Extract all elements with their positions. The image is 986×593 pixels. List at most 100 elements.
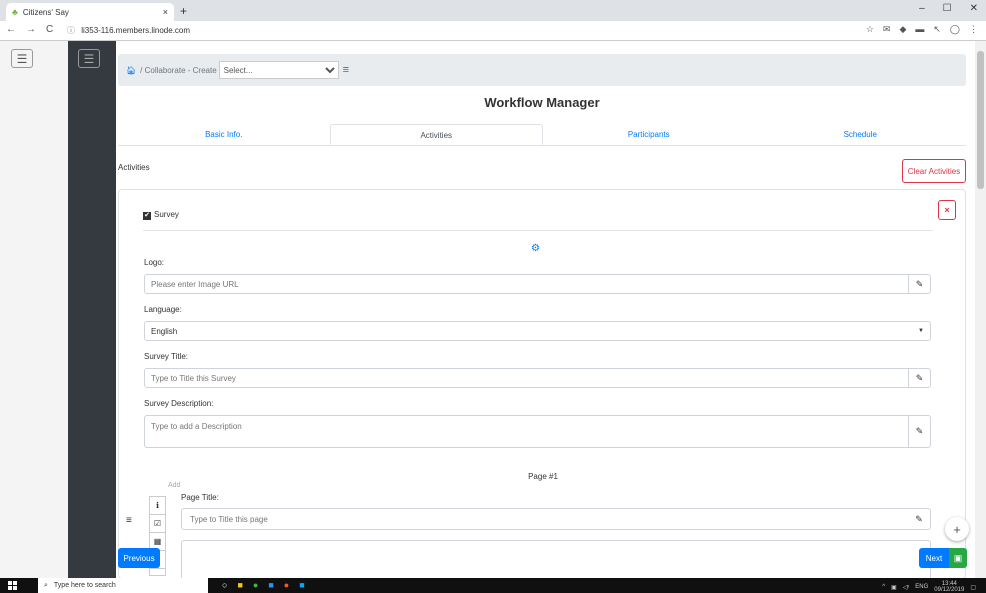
next-button[interactable]: Next ▣	[919, 548, 967, 568]
drag-handle-icon[interactable]: ≡	[126, 515, 132, 526]
checkbox-icon[interactable]: ☑	[150, 515, 165, 533]
page-title-placeholder: Type to Title this page	[190, 514, 268, 524]
page-title-label: Page Title:	[181, 493, 219, 502]
close-window-button[interactable]: ✕	[970, 3, 978, 14]
pencil-icon[interactable]: ✎	[908, 369, 930, 387]
survey-label: Survey	[154, 210, 179, 219]
breadcrumb-path: / Collaborate - Create	[140, 65, 217, 75]
scrollbar-thumb[interactable]	[977, 51, 984, 189]
pencil-icon[interactable]: ✎	[908, 275, 930, 293]
taskbar-apps: ○ ■ ● ■ ● ■	[222, 580, 305, 590]
chrome-icon[interactable]: ●	[253, 580, 258, 590]
add-button[interactable]: +	[945, 517, 969, 541]
menu-dots-icon[interactable]: ⋮	[969, 24, 978, 35]
divider	[143, 230, 933, 231]
cursor-icon[interactable]: ↖	[933, 24, 941, 35]
info-icon: ⓘ	[67, 26, 75, 35]
survey-card: ✔ Survey × ⚙ Logo: Please enter Image URL…	[118, 189, 966, 580]
next-label: Next	[919, 548, 949, 568]
survey-title-label: Survey Title:	[144, 352, 189, 361]
dark-sidebar: ☰	[68, 41, 116, 578]
address-bar: ← → C ⓘ li353-116.members.linode.com ☆ ✉…	[0, 21, 986, 41]
clock[interactable]: 13:44 09/12/2019	[934, 581, 964, 593]
search-icon: ⌕	[44, 581, 48, 589]
logo-url-input[interactable]: Please enter Image URL ✎	[144, 274, 931, 294]
logo-label: Logo:	[144, 258, 165, 267]
new-tab-button[interactable]: +	[180, 4, 187, 18]
tab-schedule[interactable]: Schedule	[755, 124, 967, 145]
survey-checkbox-row[interactable]: ✔ Survey	[143, 210, 179, 220]
checkbox-checked-icon[interactable]: ✔	[143, 212, 151, 220]
extension-icon[interactable]: ◆	[899, 24, 906, 35]
tab-basic-info[interactable]: Basic Info.	[118, 124, 330, 145]
scrollbar[interactable]	[975, 41, 986, 578]
pencil-icon[interactable]: ✎	[908, 416, 930, 447]
tab-title: Citizens' Say	[22, 7, 69, 17]
caret-down-icon: ▼	[918, 328, 924, 334]
url-text: li353-116.members.linode.com	[81, 26, 191, 35]
task-view-icon[interactable]: ○	[222, 580, 227, 590]
previous-button[interactable]: Previous	[118, 548, 160, 568]
taskbar-search[interactable]: ⌕ Type here to search	[38, 578, 208, 593]
windows-taskbar: ⌕ Type here to search ○ ■ ● ■ ● ■ ^ ▣ ◁ˣ…	[0, 578, 986, 593]
url-field[interactable]: ⓘ li353-116.members.linode.com	[67, 25, 190, 36]
activities-heading: Activities	[118, 163, 150, 172]
page-title: Workflow Manager	[484, 95, 600, 110]
pencil-icon[interactable]: ✎	[908, 509, 930, 529]
collaborate-select[interactable]: Select...	[218, 61, 339, 79]
survey-description-input[interactable]: Type to add a Description ✎	[144, 415, 931, 448]
minimize-button[interactable]: –	[919, 3, 925, 14]
profile-icon[interactable]: ◯	[950, 24, 960, 35]
browser-tab[interactable]: ♣ Citizens' Say ×	[6, 3, 174, 21]
close-tab-icon[interactable]: ×	[163, 7, 168, 17]
logo-placeholder: Please enter Image URL	[151, 279, 239, 289]
language-select[interactable]: English ▼	[144, 321, 931, 341]
language-label: Language:	[144, 305, 182, 314]
hamburger-menu-icon[interactable]: ☰	[11, 49, 33, 68]
windows-start-icon[interactable]	[8, 581, 17, 590]
window-controls: – ☐ ✕	[919, 3, 978, 14]
app-icon[interactable]: ■	[299, 580, 304, 590]
extension-icons: ☆ ✉ ◆ ▬ ↖ ◯ ⋮	[866, 24, 978, 35]
survey-description-label: Survey Description:	[144, 399, 214, 408]
home-icon[interactable]: 🏠︎	[126, 66, 136, 75]
maximize-button[interactable]: ☐	[943, 3, 952, 14]
list-icon[interactable]: ≡	[343, 64, 349, 76]
page-heading: Page #1	[528, 472, 558, 481]
survey-title-input[interactable]: Type to Title this Survey ✎	[144, 368, 931, 388]
nav-buttons: ← → C	[6, 24, 53, 35]
reload-icon[interactable]: C	[46, 24, 53, 35]
breadcrumb: 🏠︎ / Collaborate - Create Select... ≡	[118, 54, 966, 86]
tab-participants[interactable]: Participants	[543, 124, 755, 145]
back-icon[interactable]: ←	[6, 24, 16, 35]
notification-icon[interactable]: ▢	[970, 584, 976, 591]
info-icon[interactable]: ℹ	[150, 497, 165, 515]
page-title-input[interactable]: Type to Title this page ✎	[181, 508, 931, 530]
tab-activities[interactable]: Activities	[329, 124, 543, 145]
app-icon[interactable]: ●	[284, 580, 289, 590]
page-content-input[interactable]	[181, 540, 931, 580]
settings-cogs-icon[interactable]: ⚙	[531, 243, 540, 254]
file-explorer-icon[interactable]: ■	[237, 580, 242, 590]
taskbar-search-text: Type here to search	[53, 582, 116, 589]
mail-icon[interactable]: ✉	[883, 24, 891, 35]
extension-icon[interactable]: ▬	[915, 24, 924, 35]
chevron-up-icon[interactable]: ^	[882, 584, 885, 590]
workflow-tabs: Basic Info. Activities Participants Sche…	[118, 124, 966, 146]
volume-icon[interactable]: ◁ˣ	[903, 584, 910, 591]
language-indicator[interactable]: ENG	[915, 584, 928, 590]
remove-survey-button[interactable]: ×	[938, 200, 956, 220]
system-tray: ^ ▣ ◁ˣ ENG 13:44 09/12/2019 ▢	[882, 581, 976, 593]
forward-icon[interactable]: →	[26, 24, 36, 35]
network-icon[interactable]: ▣	[891, 584, 897, 591]
hamburger-menu-icon[interactable]: ☰	[78, 49, 100, 68]
clear-activities-button[interactable]: Clear Activities	[902, 159, 966, 183]
site-favicon-icon: ♣	[12, 7, 18, 17]
add-label: Add	[168, 482, 181, 489]
survey-description-placeholder: Type to add a Description	[151, 422, 242, 431]
app-icon[interactable]: ■	[268, 580, 273, 590]
star-icon[interactable]: ☆	[866, 24, 874, 35]
save-icon[interactable]: ▣	[949, 548, 967, 568]
language-value: English	[151, 326, 178, 336]
left-sidebar: ☰	[0, 41, 68, 578]
